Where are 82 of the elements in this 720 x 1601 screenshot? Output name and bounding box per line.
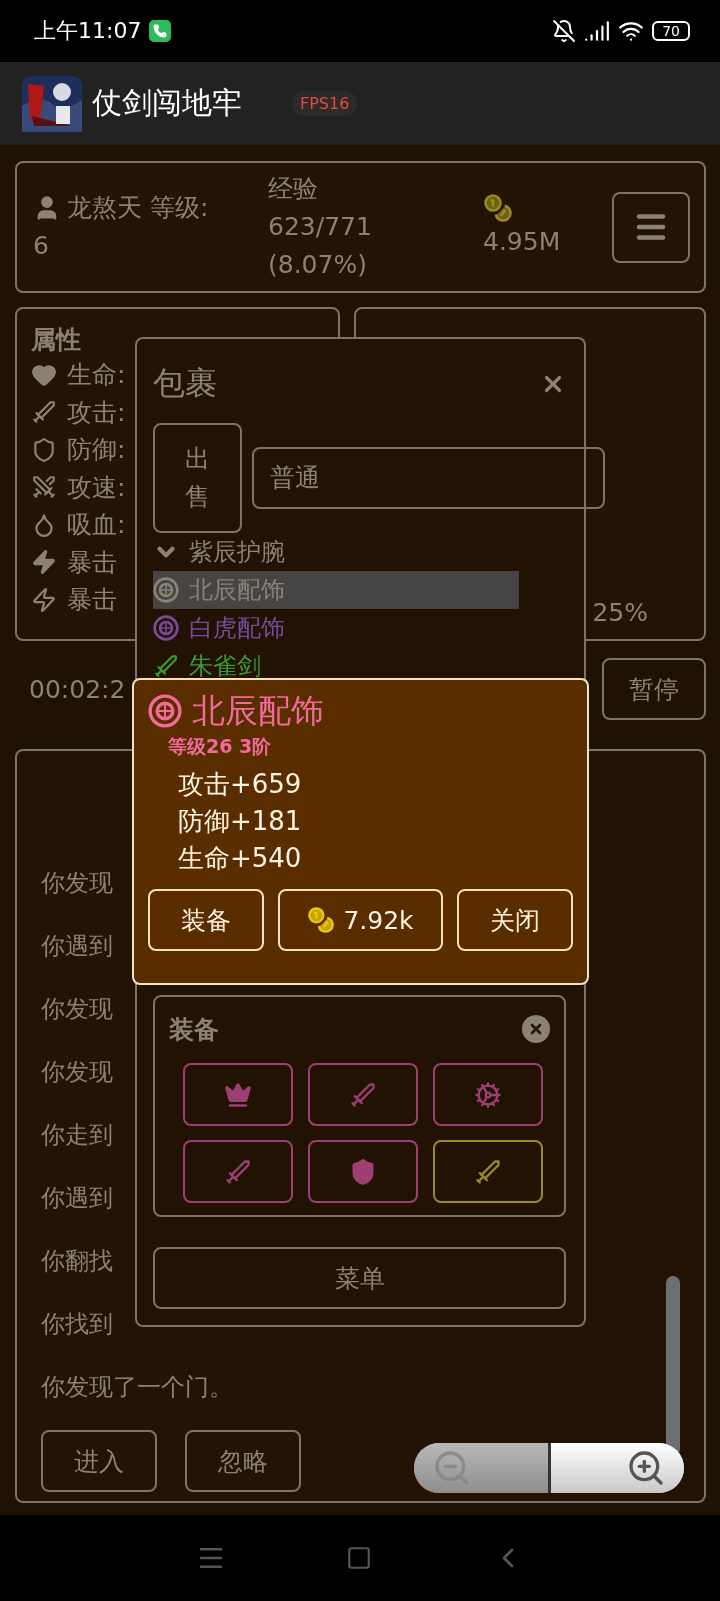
close-icon <box>528 1021 544 1037</box>
signal-icon <box>584 18 611 44</box>
shield-icon <box>31 436 57 463</box>
attribute-label: 吸血: <box>67 509 126 542</box>
sword-icon <box>153 652 179 679</box>
attribute-label: 攻速: <box>67 471 126 504</box>
crossed-swords-icon <box>31 474 57 501</box>
zoom-in-icon <box>626 1448 666 1488</box>
item-name: 北辰配饰 <box>192 689 324 732</box>
pause-button[interactable]: 暂停 <box>602 658 706 720</box>
zoom-out-button[interactable] <box>414 1443 548 1493</box>
attribute-label: 暴击 <box>67 546 117 579</box>
action-button[interactable]: 进入 <box>41 1430 157 1492</box>
equipment-slot[interactable] <box>433 1140 543 1203</box>
fps-badge: FPS16 <box>292 91 358 116</box>
attribute-label: 暴击 <box>67 584 117 617</box>
coins-icon <box>483 193 513 223</box>
log-line: 你翻找 <box>41 1245 113 1277</box>
bonus-value: 25% <box>592 598 648 627</box>
sell-button[interactable]: 出售 <box>153 422 242 533</box>
zoom-out-icon <box>432 1448 472 1488</box>
popup-button[interactable]: 装备 <box>148 889 264 951</box>
ring-icon <box>153 614 179 641</box>
lightning-icon <box>31 586 57 613</box>
attribute-label: 攻击: <box>67 396 126 429</box>
equipment-slot[interactable] <box>308 1140 418 1203</box>
home-icon[interactable] <box>346 1545 372 1571</box>
menu-button[interactable]: 菜单 <box>153 1247 566 1309</box>
log-line: 你找到 <box>41 1308 113 1340</box>
item-stat: 防御+181 <box>178 805 303 838</box>
close-button[interactable] <box>522 1015 550 1043</box>
equipment-title: 装备 <box>169 1013 219 1046</box>
ring-icon <box>153 576 179 603</box>
sword-icon <box>31 399 57 426</box>
bag-item[interactable]: 紫辰护腕 <box>153 532 519 571</box>
dialog-title: 包裹 <box>153 362 217 404</box>
item-stat: 生命+540 <box>178 842 303 875</box>
coin-count: 4.95M <box>483 226 562 258</box>
exp-percent: (8.07%) <box>268 249 368 281</box>
attributes-title: 属性 <box>31 324 82 356</box>
popup-button[interactable]: 关闭 <box>457 889 573 951</box>
timer: 00:02:2 <box>29 674 126 704</box>
exp-label: 经验 <box>268 173 319 205</box>
log-line: 你发现 <box>41 1056 113 1088</box>
gear-icon <box>474 1080 502 1109</box>
log-line: 你发现 <box>41 867 113 899</box>
sword-icon <box>224 1157 252 1186</box>
attribute-label: 防御: <box>67 434 126 467</box>
zoom-in-button[interactable] <box>547 1443 684 1493</box>
crown-icon <box>224 1080 252 1109</box>
log-line: 你发现了一个门。 <box>41 1371 233 1403</box>
item-level: 等级26 3阶 <box>167 734 273 759</box>
menu-button[interactable] <box>612 191 690 263</box>
sword-icon <box>349 1080 377 1109</box>
log-line: 你发现 <box>41 993 113 1025</box>
bell-off-icon <box>552 19 577 43</box>
player-level: 6 <box>33 230 50 262</box>
attribute-label: 生命: <box>67 359 126 392</box>
equipment-slot[interactable] <box>433 1063 543 1126</box>
sword-icon <box>474 1157 502 1186</box>
coins-icon <box>307 906 336 934</box>
equipment-slot[interactable] <box>308 1063 418 1126</box>
sell-price-button[interactable]: 7.92k <box>278 889 443 951</box>
bag-item[interactable]: 朱雀剑 <box>153 646 519 685</box>
lightning-icon <box>31 549 57 576</box>
item-stat: 攻击+659 <box>178 768 303 801</box>
equipment-slot[interactable] <box>183 1063 293 1126</box>
bag-item[interactable]: 白虎配饰 <box>153 608 519 647</box>
equipment-slot[interactable] <box>183 1140 293 1203</box>
bag-item[interactable]: 北辰配饰 <box>153 570 519 609</box>
log-line: 你遇到 <box>41 1182 113 1214</box>
player-name: 龙熬天 等级: <box>67 192 209 224</box>
battery-level: 70 <box>652 21 690 41</box>
log-line: 你走到 <box>41 1119 113 1151</box>
filter-field[interactable]: 普通 <box>252 446 605 509</box>
ring-icon <box>148 694 182 728</box>
phone-icon <box>149 20 172 42</box>
exp-value: 623/771 <box>268 211 373 243</box>
clock: 上午11:07 <box>34 17 142 45</box>
log-line: 你遇到 <box>41 930 113 962</box>
action-button[interactable]: 忽略 <box>185 1430 301 1492</box>
app-title: 仗剑闯地牢 <box>92 84 242 122</box>
